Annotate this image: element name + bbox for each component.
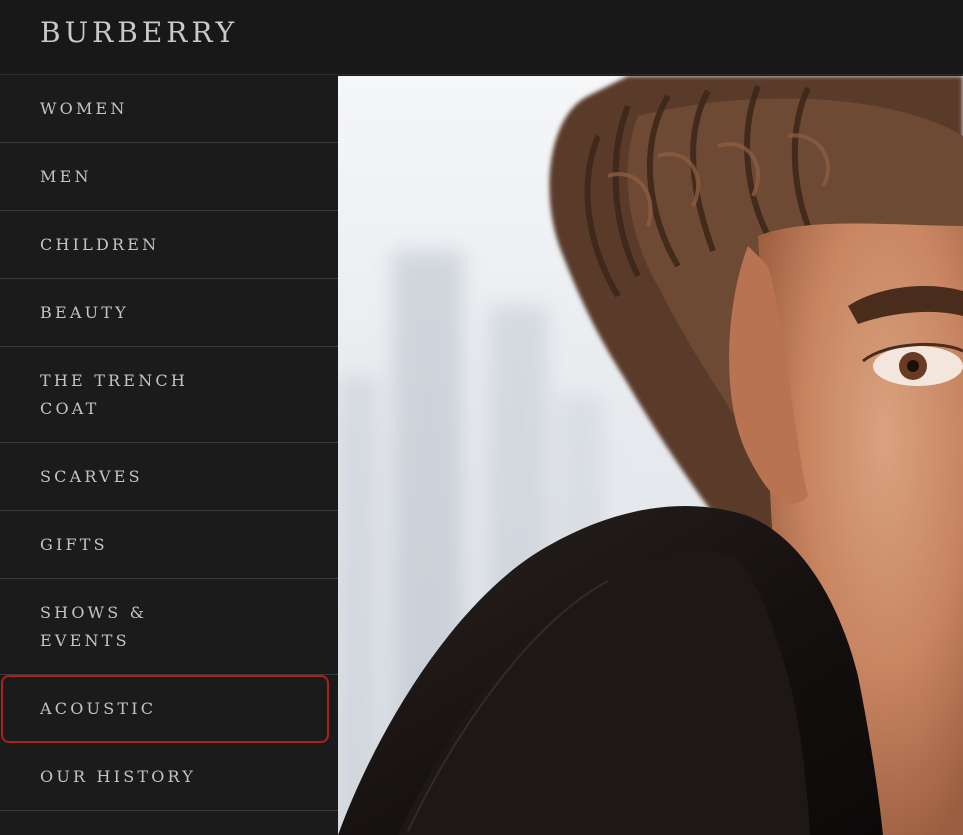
sidebar-item-acoustic[interactable]: ACOUSTIC <box>1 675 329 743</box>
sidebar-item-label: BEAUTY <box>40 302 129 322</box>
hero-photo-illustration <box>338 76 963 835</box>
sidebar-item-our-history[interactable]: OUR HISTORY <box>0 743 338 811</box>
hero-image[interactable] <box>338 76 963 835</box>
sidebar-item-label: SHOWS & EVENTS <box>40 602 148 650</box>
sidebar-item-the-trench-coat[interactable]: THE TRENCH COAT <box>0 347 338 443</box>
sidebar-item-women[interactable]: WOMEN <box>0 75 338 143</box>
sidebar-item-label: WOMEN <box>40 98 128 118</box>
sidebar-item-beauty[interactable]: BEAUTY <box>0 279 338 347</box>
brand-logo[interactable]: BURBERRY <box>40 16 238 49</box>
sidebar-item-label: GIFTS <box>40 534 108 554</box>
sidebar-nav: WOMEN MEN CHILDREN BEAUTY THE TRENCH COA… <box>0 75 338 835</box>
top-header: BURBERRY <box>0 0 963 75</box>
sidebar-item-label: MEN <box>40 166 92 186</box>
sidebar-item-shows-events[interactable]: SHOWS & EVENTS <box>0 579 338 675</box>
sidebar-item-label: CHILDREN <box>40 234 160 254</box>
sidebar-item-label: OUR HISTORY <box>40 766 197 786</box>
sidebar-item-label: ACOUSTIC <box>40 699 157 718</box>
sidebar-item-scarves[interactable]: SCARVES <box>0 443 338 511</box>
sidebar-item-gifts[interactable]: GIFTS <box>0 511 338 579</box>
sidebar-item-label: SCARVES <box>40 466 143 486</box>
sidebar-item-children[interactable]: CHILDREN <box>0 211 338 279</box>
sidebar-item-men[interactable]: MEN <box>0 143 338 211</box>
sidebar-item-label: THE TRENCH COAT <box>40 370 188 418</box>
